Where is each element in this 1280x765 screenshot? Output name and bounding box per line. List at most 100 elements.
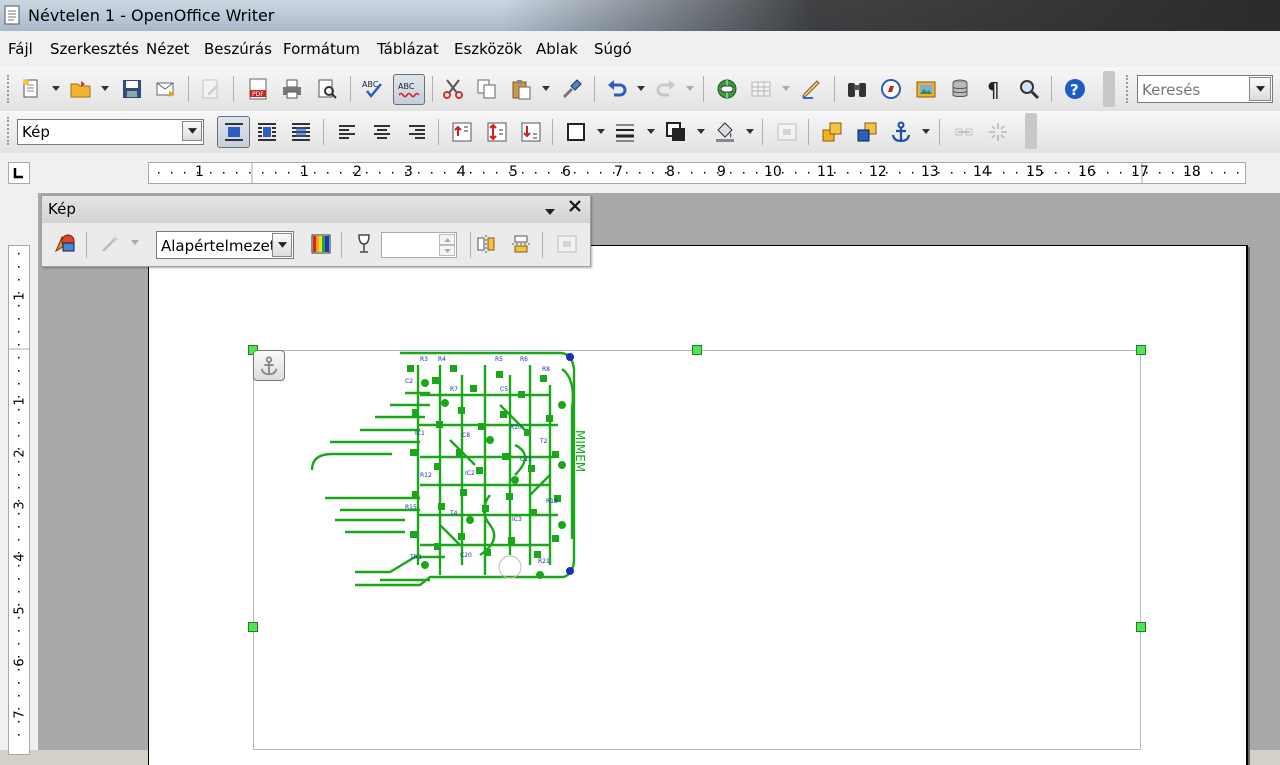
resize-handle-left[interactable]	[248, 622, 258, 632]
print-icon[interactable]	[278, 75, 306, 103]
line-style-icon[interactable]	[611, 118, 639, 146]
wrap-off-icon[interactable]	[217, 116, 250, 148]
redo-icon[interactable]	[652, 75, 680, 103]
menu-insert[interactable]: Beszúrás	[204, 40, 272, 58]
resize-handle-top-right[interactable]	[1136, 345, 1146, 355]
frame-properties-icon[interactable]	[553, 230, 581, 258]
close-icon[interactable]	[569, 200, 583, 216]
anchor-icon[interactable]	[887, 118, 915, 146]
clone-formatting-icon[interactable]	[558, 75, 586, 103]
help-icon[interactable]: ?	[1061, 75, 1089, 103]
autospellcheck-icon[interactable]: ABC	[393, 74, 425, 105]
page-wrap-icon[interactable]	[253, 118, 281, 146]
toolbar-menu-arrow-icon[interactable]	[545, 204, 557, 215]
export-pdf-icon[interactable]: PDF	[244, 75, 272, 103]
align-vertical-center-icon[interactable]	[483, 118, 511, 146]
menu-edit[interactable]: Szerkesztés	[50, 40, 139, 58]
new-dropdown-arrow[interactable]	[51, 75, 61, 103]
copy-icon[interactable]	[473, 75, 501, 103]
menu-file[interactable]: Fájl	[8, 40, 33, 58]
spin-down-icon[interactable]	[439, 245, 455, 256]
toolbar-overflow-chevron[interactable]	[1103, 71, 1115, 107]
resize-handle-top[interactable]	[692, 345, 702, 355]
flip-horizontal-icon[interactable]	[507, 230, 535, 258]
navigator-globe-icon[interactable]	[713, 75, 741, 103]
toolbar-overflow-chevron[interactable]	[1025, 113, 1037, 149]
unlink-frames-icon[interactable]	[984, 118, 1012, 146]
vertical-ruler[interactable]: 1 1 2 3 4 5 6 7	[0, 193, 38, 755]
wrap-through-icon[interactable]	[287, 118, 315, 146]
borders-icon[interactable]	[562, 118, 590, 146]
menu-table[interactable]: Táblázat	[377, 40, 439, 58]
toolbar-grip[interactable]	[7, 75, 13, 103]
menu-window[interactable]: Ablak	[536, 40, 578, 58]
align-bottom-icon[interactable]	[517, 118, 545, 146]
redo-dropdown-arrow[interactable]	[685, 75, 695, 103]
table-dropdown-arrow[interactable]	[781, 75, 791, 103]
chevron-down-icon[interactable]	[1249, 77, 1271, 101]
filter-dropdown-arrow[interactable]	[130, 229, 140, 257]
cut-icon[interactable]	[439, 75, 467, 103]
menu-tools[interactable]: Eszközök	[454, 40, 522, 58]
chevron-down-icon[interactable]	[272, 233, 292, 257]
undo-dropdown-arrow[interactable]	[636, 75, 646, 103]
align-center-icon[interactable]	[368, 118, 396, 146]
navigator-compass-icon[interactable]	[877, 75, 905, 103]
resize-handle-right[interactable]	[1136, 622, 1146, 632]
pcb-layout-image[interactable]: R3 R4 R5 R6 C2 R7 C5 R8 IC1 C8 R10 T2 R12 IC2 C11 R…	[300, 345, 590, 590]
print-preview-icon[interactable]	[313, 75, 341, 103]
frame-style-select[interactable]: Kép	[17, 119, 204, 145]
undo-icon[interactable]	[603, 75, 631, 103]
background-color-bucket-icon[interactable]	[711, 118, 739, 146]
spellcheck-icon[interactable]: ABC	[359, 75, 387, 103]
graphics-filter-icon[interactable]	[51, 229, 79, 257]
zoom-magnifier-icon[interactable]	[1015, 75, 1043, 103]
align-right-icon[interactable]	[403, 118, 431, 146]
line-style-dropdown-arrow[interactable]	[646, 118, 656, 146]
transparency-glass-icon[interactable]	[350, 230, 378, 258]
toolbar-grip[interactable]	[1126, 75, 1132, 103]
new-document-icon[interactable]	[18, 75, 46, 103]
border-color-dropdown-arrow[interactable]	[696, 118, 706, 146]
filter-wand-icon[interactable]	[97, 229, 125, 257]
gallery-icon[interactable]	[912, 75, 940, 103]
align-left-icon[interactable]	[333, 118, 361, 146]
image-floating-toolbar[interactable]: Kép Alapértelmezett	[41, 195, 591, 267]
formatting-marks-pilcrow-icon[interactable]: ¶	[981, 75, 1009, 103]
border-color-icon[interactable]	[662, 118, 690, 146]
frame-properties-icon[interactable]	[773, 118, 801, 146]
menu-help[interactable]: Súgó	[594, 40, 632, 58]
color-adjust-icon[interactable]	[307, 230, 335, 258]
graphics-mode-select[interactable]: Alapértelmezett	[156, 231, 294, 259]
toolbar-grip[interactable]	[7, 117, 13, 145]
flip-vertical-icon[interactable]	[472, 230, 500, 258]
show-draw-functions-icon[interactable]	[798, 75, 826, 103]
chevron-down-icon[interactable]	[182, 121, 202, 141]
table-icon[interactable]	[747, 75, 775, 103]
paste-dropdown-arrow[interactable]	[541, 75, 551, 103]
paste-icon[interactable]	[507, 75, 535, 103]
transparency-spinbox[interactable]	[381, 232, 457, 258]
align-top-icon[interactable]	[448, 118, 476, 146]
floating-toolbar-header[interactable]	[42, 196, 590, 223]
data-sources-icon[interactable]	[946, 75, 974, 103]
anchor-dropdown-arrow[interactable]	[921, 118, 931, 146]
spin-up-icon[interactable]	[439, 234, 455, 245]
search-input[interactable]: Keresés	[1137, 75, 1273, 103]
tab-stop-type-selector[interactable]	[8, 162, 30, 184]
send-to-back-icon[interactable]	[853, 118, 881, 146]
background-color-dropdown-arrow[interactable]	[745, 118, 755, 146]
open-folder-icon[interactable]	[67, 75, 95, 103]
save-icon[interactable]	[118, 75, 146, 103]
find-replace-binoculars-icon[interactable]	[843, 75, 871, 103]
bring-to-front-icon[interactable]	[818, 118, 846, 146]
open-dropdown-arrow[interactable]	[100, 75, 110, 103]
anchor-marker-icon[interactable]	[253, 350, 285, 381]
menu-format[interactable]: Formátum	[283, 40, 360, 58]
email-document-icon[interactable]	[152, 75, 180, 103]
horizontal-ruler[interactable]: 1 1 2 3 4 5 6 7 8 9 10 11 12 13 14 15 16…	[0, 153, 1280, 194]
borders-dropdown-arrow[interactable]	[596, 118, 606, 146]
edit-file-icon[interactable]	[197, 75, 225, 103]
menu-view[interactable]: Nézet	[146, 40, 189, 58]
link-frames-icon[interactable]	[950, 118, 978, 146]
